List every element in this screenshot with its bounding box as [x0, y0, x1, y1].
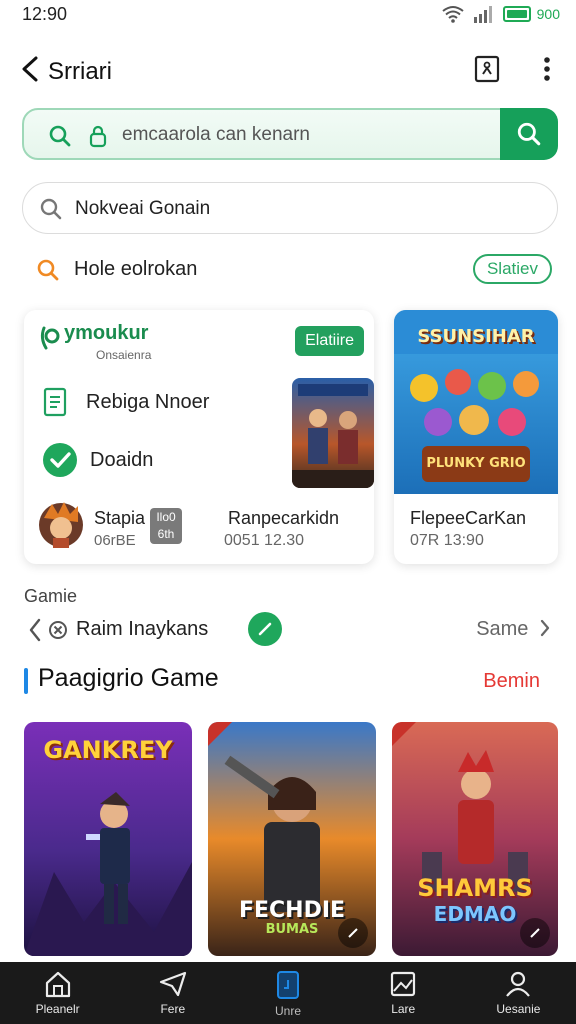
game-tile[interactable]: SHAMRS EDMAO — [392, 722, 558, 956]
featured-card[interactable]: ymoukur Onsaienra Elatiire Rebiga Nnoer … — [24, 310, 374, 564]
game-thumbnail[interactable] — [292, 378, 374, 488]
recent-search-text: Hole eolrokan — [74, 258, 198, 280]
check-circle-icon — [43, 443, 77, 477]
nav-item-card[interactable]: Unre — [230, 962, 345, 1024]
nav-item-image[interactable]: Lare — [346, 962, 461, 1024]
search-icon — [517, 122, 541, 146]
primary-search-input[interactable]: emcaarola can kenarn — [22, 108, 502, 160]
item-meta: 0051 12.30 — [224, 532, 305, 549]
section-label: Gamie — [24, 586, 78, 606]
item-name: Ranpecarkidn — [228, 508, 340, 528]
chevron-left-icon[interactable] — [28, 618, 42, 642]
game-tile[interactable]: GANKREY — [24, 722, 192, 956]
send-icon — [159, 971, 186, 997]
secondary-search-input[interactable]: Nokveai Gonain — [22, 182, 558, 234]
primary-search-text: emcaarola can kenarn — [122, 124, 310, 145]
chevron-right-icon — [540, 619, 550, 637]
search-icon — [40, 198, 62, 220]
bookmark-icon[interactable] — [470, 52, 504, 86]
status-pill[interactable]: Slatiev — [472, 254, 552, 284]
back-arrow-icon[interactable] — [18, 54, 44, 84]
avatar[interactable] — [38, 500, 84, 550]
nav-item-label: Pleanelr — [35, 1002, 80, 1016]
nav-item-label: Unre — [275, 1004, 302, 1018]
category-nav-text[interactable]: Raim Inaykans — [76, 618, 208, 641]
card-row-label: Rebiga Nnoer — [86, 390, 210, 413]
nav-item-send[interactable]: Fere — [115, 962, 230, 1024]
brand-logo-icon — [40, 326, 60, 350]
status-icons: 900 — [441, 5, 560, 23]
nav-item-label: Lare — [391, 1002, 416, 1016]
bottom-nav: Pleanelr Fere Unre Lare Uesanie — [0, 962, 576, 1024]
home-icon — [45, 971, 70, 998]
secondary-search-text: Nokveai Gonain — [75, 198, 211, 219]
nav-item-user[interactable]: Uesanie — [461, 962, 576, 1024]
see-more-link[interactable]: Bemin — [483, 670, 540, 693]
page-title: Srriari — [48, 58, 112, 85]
primary-search-bar: emcaarola can kenarn — [22, 108, 558, 160]
user-icon — [506, 971, 531, 997]
search-submit-button[interactable] — [500, 108, 558, 160]
nav-item-label: Fere — [160, 1002, 186, 1016]
play-icon[interactable] — [520, 918, 550, 948]
same-link[interactable]: Same — [476, 618, 550, 641]
edit-icon[interactable] — [248, 612, 282, 646]
image-icon — [391, 971, 416, 997]
side-card[interactable]: SSUNSIHAR PLUNKY GRIO FlepeeCarKan 07R 1… — [394, 310, 558, 564]
document-icon — [43, 387, 67, 417]
close-circle-icon[interactable] — [48, 620, 68, 640]
battery-icon — [502, 6, 531, 22]
lock-icon — [89, 125, 107, 148]
status-time: 12:90 — [22, 4, 68, 24]
status-bar: 12:90 900 — [0, 0, 576, 30]
card-subtitle: Onsaienra — [96, 348, 152, 362]
side-card-name: FlepeeCarKan — [410, 508, 527, 528]
game-tile-title: SHAMRS — [417, 874, 533, 902]
game-tile-title: GANKREY — [43, 736, 173, 764]
wifi-icon — [442, 6, 464, 23]
side-card-banner-subtitle: PLUNKY GRIO — [426, 456, 526, 471]
popular-section-header: Paagigrio Game Bemin — [24, 662, 554, 698]
app-header: Srriari — [0, 48, 576, 94]
play-icon[interactable] — [338, 918, 368, 948]
player-name: Stapia — [94, 508, 146, 528]
category-nav-row: Raim Inaykans Same — [24, 612, 554, 648]
search-icon — [49, 125, 71, 147]
nav-item-home[interactable]: Pleanelr — [0, 962, 115, 1024]
nav-item-label: Uesanie — [496, 1002, 541, 1016]
card-row-check[interactable]: Doaidn — [42, 442, 153, 478]
card-row-label: Doaidn — [90, 448, 154, 471]
section-accent-bar — [24, 668, 28, 694]
game-tile[interactable]: FECHDIE BUMAS — [208, 722, 376, 956]
battery-level: 900 — [536, 6, 560, 22]
popular-title: Paagigrio Game — [38, 664, 219, 692]
recent-search-row[interactable]: Hole eolrokan Slatiev — [22, 250, 558, 290]
same-link-label: Same — [476, 618, 529, 640]
side-card-banner-title: SSUNSIHAR — [417, 326, 535, 347]
level-badge: Ilo0 6th — [150, 508, 182, 544]
card-row-document[interactable]: Rebiga Nnoer — [42, 384, 209, 420]
card-icon — [277, 971, 299, 999]
card-action-button[interactable]: Elatiire — [295, 326, 364, 356]
signal-icon — [473, 6, 492, 23]
search-icon — [37, 259, 59, 281]
player-meta: 06rBE — [94, 532, 136, 549]
card-brand: ymoukur — [64, 322, 149, 344]
more-vert-icon[interactable] — [530, 52, 564, 86]
side-card-meta: 07R 13:90 — [410, 532, 484, 549]
